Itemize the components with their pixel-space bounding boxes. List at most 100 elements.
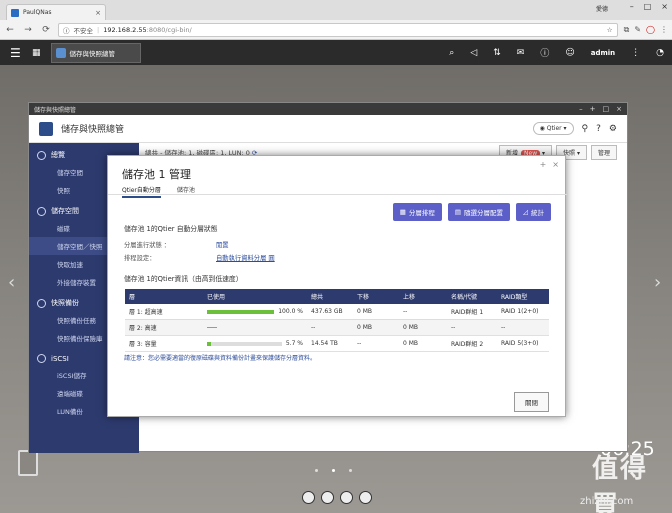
maximize-icon[interactable]: □ [644,2,652,11]
dialog-pin-icon[interactable]: + [540,160,547,169]
sync-icon[interactable]: ⇅ [493,48,501,58]
status-value: 閒置 [216,242,229,249]
dock-app-icon[interactable] [321,491,334,504]
settings-gear-icon[interactable]: ⚙ [609,124,617,134]
dock [302,491,372,504]
dialog-title: 儲存池 1 管理 [122,168,191,181]
qtier-button[interactable]: ◉ Qtier ▾ [532,122,574,135]
table-header-row: 層 已使用 總共 下移 上移 名稱/代號 RAID類型 [125,289,549,304]
hamburger-menu-icon[interactable]: ☰ [10,46,26,60]
desktop-icon[interactable]: ▦ [32,48,41,58]
window-titlebar: 儲存與快照總管 – + □ × [29,103,627,115]
taskbar-app-button[interactable]: 儲存與快照總管 [50,42,141,63]
raid-name-cell[interactable]: RAID群組 2 [447,335,497,352]
raid-type-cell: RAID 1(2+0) [497,304,549,320]
prev-arrow-icon[interactable]: ‹ [8,272,15,293]
col-header: 已使用 [203,289,307,304]
insecure-label: 不安全 [73,26,94,35]
back-icon[interactable]: ← [4,25,16,35]
sidebar-section-label: 快照備份 [51,299,79,307]
schedule-value-link[interactable]: 自動執行資料分層 圓 [216,253,275,262]
reload-icon[interactable]: ⟳ [40,25,52,35]
forward-icon[interactable]: → [22,25,34,35]
usage-cell: 5.7 % [203,335,307,352]
menu-dots-icon[interactable]: ⋮ [660,25,668,35]
total-cell: -- [307,319,353,336]
qnap-favicon-icon [11,8,19,17]
window-maximize-icon[interactable]: □ [603,105,610,113]
close-button[interactable]: 關閉 [514,392,549,412]
usage-bar [207,327,217,328]
qts-topbar: ☰ ▦ 儲存與快照總管 ⌕ ◁ ⇅ ✉ ⓘ ☺ admin ⋮ ◔ [0,40,672,65]
dock-app-icon[interactable] [359,491,372,504]
down-cell: -- [353,335,399,352]
sidebar-section-label: 儲存空間 [51,207,79,215]
tier-cell: 層 1: 超高速 [125,304,203,320]
raid-type-cell: -- [497,319,549,336]
calendar-icon: ▦ [399,208,406,216]
tier-schedule-button[interactable]: ▦ 分層排程 [392,203,442,221]
window-minimize-icon[interactable]: – [579,105,583,113]
address-bar[interactable]: ⓘ 不安全 | 192.168.2.55:8080/cgi-bin/ ☆ [58,22,618,37]
tab-close-icon[interactable]: × [95,9,101,17]
url-host: 192.168.2.55 [103,25,147,34]
statistics-button[interactable]: ◿ 統計 [516,203,551,221]
manage-button[interactable]: 管理 [590,145,617,160]
dialog-close-icon[interactable]: × [552,160,559,169]
close-window-icon[interactable]: × [661,2,668,11]
dock-app-icon[interactable] [302,491,315,504]
chart-icon: ◿ [523,208,528,216]
window-pin-icon[interactable]: + [590,105,596,113]
trash-icon[interactable] [18,450,38,476]
star-icon[interactable]: ☆ [607,26,613,34]
warning-note: 請注意：您必需要適當的復原磁碟與資料備份計畫來保護儲存分層資料。 [124,355,317,362]
dashboard-icon[interactable]: ◔ [656,48,664,58]
table-row: 層 1: 超高速 100.0 % 437.63 GB 0 MB -- RAID群組 1 RA… [125,304,549,320]
sidebar-section-label: 總覽 [51,151,65,159]
window-title: 儲存與快照總管 [34,106,77,114]
browser-toolbar: ← → ⟳ ⓘ 不安全 | 192.168.2.55:8080/cgi-bin/… [0,20,672,40]
opera-icon[interactable]: ◯ [646,25,655,35]
page-dot[interactable] [332,469,335,472]
down-cell: 0 MB [353,304,399,320]
qts-user[interactable]: admin [591,49,615,57]
col-header: 層 [125,289,203,304]
extension-icon[interactable]: ⧉ [624,25,630,35]
minimize-icon[interactable]: – [630,2,634,11]
translate-icon[interactable]: ✎ [634,25,641,35]
tab-qtier[interactable]: Qtier自動分層 [122,185,161,198]
next-arrow-icon[interactable]: › [654,272,661,293]
dock-app-icon[interactable] [340,491,353,504]
usage-percent: 5.7 % [285,340,303,347]
info-circle-icon[interactable]: ⓘ [540,46,549,59]
browser-user[interactable]: 愛德 [596,4,608,13]
info-icon[interactable]: ⓘ [63,25,70,35]
tab-storage-pool[interactable]: 儲存池 [177,185,195,198]
search-icon[interactable]: ⌕ [449,48,454,58]
browser-tab[interactable]: PaulQNas × [6,4,106,20]
notification-icon[interactable]: ✉ [517,48,525,58]
user-icon[interactable]: ☺ [565,48,574,58]
up-cell: 0 MB [399,335,447,352]
status-key: 分層進行狀態 ： [124,242,171,249]
volume-icon[interactable]: ◁ [470,48,477,58]
usage-fill [207,309,275,314]
raid-name-cell[interactable]: RAID群組 1 [447,304,497,320]
up-cell: 0 MB [399,319,447,336]
page-dot[interactable] [349,469,352,472]
tier-policy-button[interactable]: ▤ 隨選分層配置 [447,203,510,221]
raid-name-cell: -- [447,319,497,336]
search-icon[interactable]: ⚲ [582,124,589,134]
app-header: 儲存與快照總管 ◉ Qtier ▾ ⚲ ? ⚙ [29,115,627,143]
tier-table: 層 已使用 總共 下移 上移 名稱/代號 RAID類型 層 1: 超高速 100.… [125,289,549,352]
col-header: 總共 [307,289,353,304]
section-icon [37,354,46,363]
help-icon[interactable]: ? [596,124,601,134]
schedule-key: 排程設定： [124,255,156,262]
dialog-tabs: Qtier自動分層 儲存池 [122,185,195,198]
more-icon[interactable]: ⋮ [631,48,640,58]
window-close-icon[interactable]: × [616,105,622,113]
watermark-url: zhizhi.com [580,496,634,507]
usage-bar [207,309,275,314]
page-dot[interactable] [315,469,318,472]
